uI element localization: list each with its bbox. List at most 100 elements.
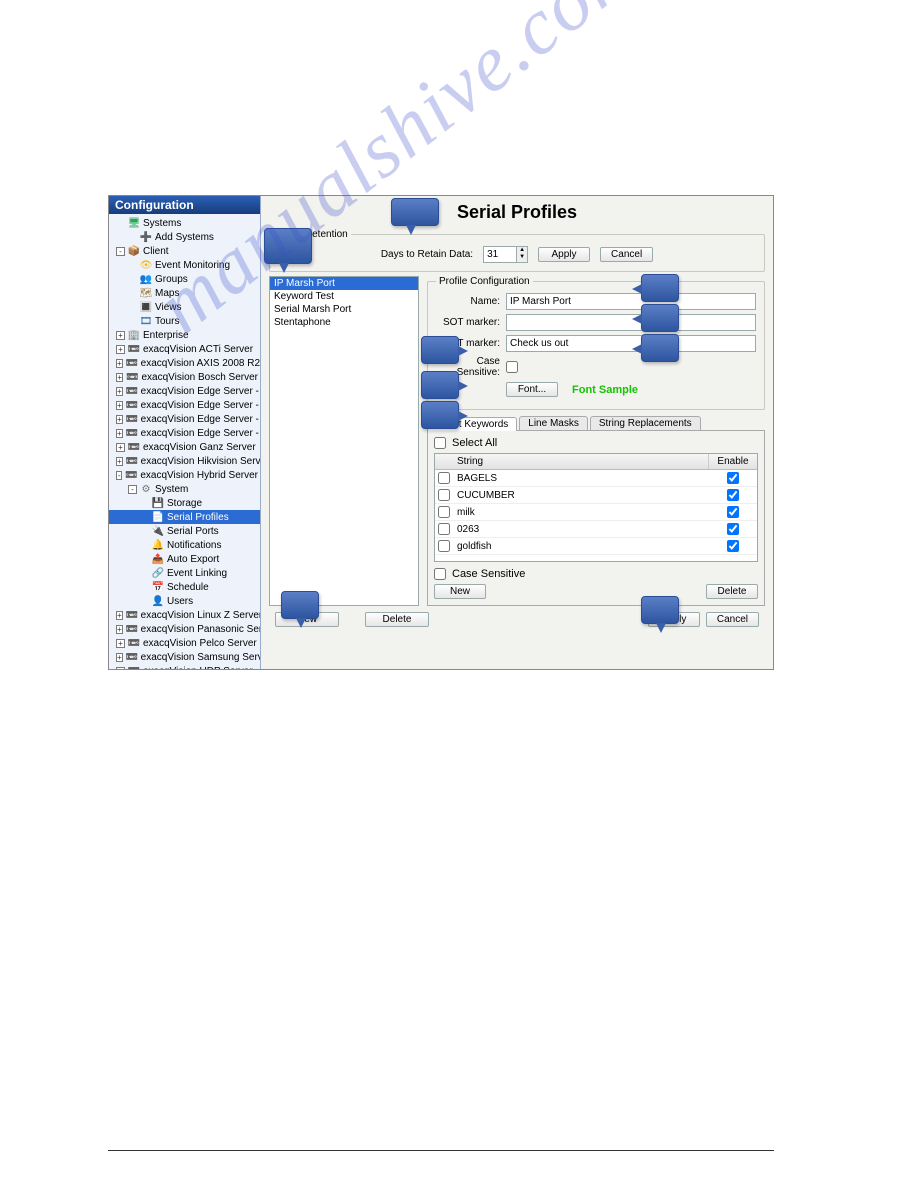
tree-item[interactable]: +📼exacqVision Samsung Server — [109, 650, 260, 664]
tree-expander-icon[interactable]: + — [116, 667, 125, 670]
tab-line-masks[interactable]: Line Masks — [519, 416, 588, 430]
nav-tree[interactable]: 🖥Systems➕Add Systems-📦Client👁Event Monit… — [109, 214, 260, 669]
spin-up-icon[interactable]: ▲ — [517, 247, 527, 254]
keyword-select-checkbox[interactable] — [438, 523, 450, 535]
tree-expander-icon[interactable]: - — [116, 247, 125, 256]
tree-expander-icon[interactable]: + — [116, 429, 123, 438]
name-input[interactable] — [506, 293, 756, 310]
tree-item[interactable]: +📼exacqVision Hikvision Server — [109, 454, 260, 468]
font-button[interactable]: Font... — [506, 382, 558, 397]
tree-expander-icon[interactable]: - — [128, 485, 137, 494]
spin-down-icon[interactable]: ▼ — [517, 254, 527, 261]
tree-item[interactable]: +📼exacqVision AXIS 2008 R2 Serve — [109, 356, 260, 370]
tree-item[interactable]: +📼exacqVision ACTi Server — [109, 342, 260, 356]
tree-item[interactable]: +📼exacqVision Edge Server - Axis — [109, 398, 260, 412]
profile-list-item[interactable]: IP Marsh Port — [270, 277, 418, 290]
tree-expander-icon[interactable]: + — [116, 373, 123, 382]
tree-item-label: Maps — [155, 288, 179, 299]
profile-list-item[interactable]: Keyword Test — [270, 290, 418, 303]
kw-case-sensitive-checkbox[interactable] — [434, 568, 446, 580]
tree-item[interactable]: +📼exacqVision Panasonic Server — [109, 622, 260, 636]
tree-item[interactable]: +📼exacqVision UDP Server — [109, 664, 260, 669]
kw-new-button[interactable]: New — [434, 584, 486, 599]
tab-string-replacements[interactable]: String Replacements — [590, 416, 701, 430]
server-icon: 📼 — [126, 357, 138, 369]
keyword-enable-checkbox[interactable] — [727, 540, 739, 552]
tree-item[interactable]: -📦Client — [109, 244, 260, 258]
retention-apply-button[interactable]: Apply — [538, 247, 590, 262]
tree-item[interactable]: -⚙System — [109, 482, 260, 496]
eot-input[interactable] — [506, 335, 756, 352]
tree-item[interactable]: +📼exacqVision Bosch Server — [109, 370, 260, 384]
keyword-enable-checkbox[interactable] — [727, 506, 739, 518]
tree-expander-icon[interactable]: + — [116, 639, 125, 648]
tree-item[interactable]: 🎞Tours — [109, 314, 260, 328]
tree-item[interactable]: 🔔Notifications — [109, 538, 260, 552]
footer-cancel-button[interactable]: Cancel — [706, 612, 759, 627]
tree-item[interactable]: 📤Auto Export — [109, 552, 260, 566]
tree-item-label: exacqVision Ganz Server — [143, 442, 256, 453]
tree-expander-icon[interactable]: + — [116, 401, 123, 410]
tree-item[interactable]: +📼exacqVision Ganz Server — [109, 440, 260, 454]
tree-item[interactable]: 📅Schedule — [109, 580, 260, 594]
tree-expander-icon[interactable]: + — [116, 611, 123, 620]
keyword-text: BAGELS — [453, 473, 709, 484]
tree-item[interactable]: +🏢Enterprise — [109, 328, 260, 342]
keyword-text: 0263 — [453, 524, 709, 535]
keyword-select-checkbox[interactable] — [438, 506, 450, 518]
select-all-label: Select All — [452, 437, 497, 449]
tree-expander-icon[interactable]: + — [116, 345, 125, 354]
tree-item[interactable]: 💾Storage — [109, 496, 260, 510]
tree-expander-icon[interactable]: + — [116, 625, 123, 634]
case-sensitive-checkbox[interactable] — [506, 361, 518, 373]
profile-list-item[interactable]: Serial Marsh Port — [270, 303, 418, 316]
tree-item[interactable]: 👥Groups — [109, 272, 260, 286]
tree-item[interactable]: 🔌Serial Ports — [109, 524, 260, 538]
tree-expander-icon — [128, 303, 137, 312]
profile-list-item[interactable]: Stentaphone — [270, 316, 418, 329]
tree-expander-icon[interactable]: + — [116, 331, 125, 340]
keyword-select-checkbox[interactable] — [438, 540, 450, 552]
sot-input[interactable] — [506, 314, 756, 331]
tree-item-label: exacqVision Edge Server - Axis — [141, 414, 260, 425]
tree-expander-icon[interactable]: + — [116, 653, 123, 662]
tree-item[interactable]: ➕Add Systems — [109, 230, 260, 244]
tree-expander-icon[interactable]: + — [116, 387, 123, 396]
tree-item[interactable]: +📼exacqVision Pelco Server — [109, 636, 260, 650]
tree-expander-icon[interactable]: + — [116, 443, 125, 452]
keyword-enable-checkbox[interactable] — [727, 489, 739, 501]
keyword-row: 0263 — [435, 521, 757, 538]
tree-item[interactable]: 🗺Maps — [109, 286, 260, 300]
tree-expander-icon[interactable]: + — [116, 457, 123, 466]
server-icon: 📼 — [126, 399, 138, 411]
tree-item[interactable]: 📄Serial Profiles — [109, 510, 260, 524]
tree-item[interactable]: +📼exacqVision Linux Z Server — [109, 608, 260, 622]
select-all-checkbox[interactable] — [434, 437, 446, 449]
profile-list[interactable]: IP Marsh PortKeyword TestSerial Marsh Po… — [269, 276, 419, 606]
keyword-text: goldfish — [453, 541, 709, 552]
kw-delete-button[interactable]: Delete — [706, 584, 758, 599]
keyword-enable-checkbox[interactable] — [727, 472, 739, 484]
tree-expander-icon[interactable]: + — [116, 415, 123, 424]
keyword-enable-checkbox[interactable] — [727, 523, 739, 535]
tree-item[interactable]: 👤Users — [109, 594, 260, 608]
keyword-select-checkbox[interactable] — [438, 472, 450, 484]
tree-item[interactable]: 🔳Views — [109, 300, 260, 314]
tree-item[interactable]: +📼exacqVision Edge Server - Axis — [109, 384, 260, 398]
tree-item-label: exacqVision Linux Z Server — [141, 610, 260, 621]
days-retain-spinner[interactable]: ▲▼ — [483, 246, 528, 263]
profile-delete-button[interactable]: Delete — [365, 612, 429, 627]
retention-cancel-button[interactable]: Cancel — [600, 247, 653, 262]
export-icon: 📤 — [152, 553, 164, 565]
tree-expander-icon[interactable]: + — [116, 359, 123, 368]
tree-item[interactable]: -📼exacqVision Hybrid Server — [109, 468, 260, 482]
tree-expander-icon — [140, 583, 149, 592]
tree-expander-icon[interactable]: - — [116, 471, 122, 480]
tree-item[interactable]: +📼exacqVision Edge Server - Axis — [109, 412, 260, 426]
tree-item[interactable]: 🖥Systems — [109, 216, 260, 230]
days-retain-input[interactable] — [483, 246, 517, 263]
tree-item[interactable]: +📼exacqVision Edge Server - IQ76 — [109, 426, 260, 440]
tree-item[interactable]: 🔗Event Linking — [109, 566, 260, 580]
tree-item[interactable]: 👁Event Monitoring — [109, 258, 260, 272]
keyword-select-checkbox[interactable] — [438, 489, 450, 501]
